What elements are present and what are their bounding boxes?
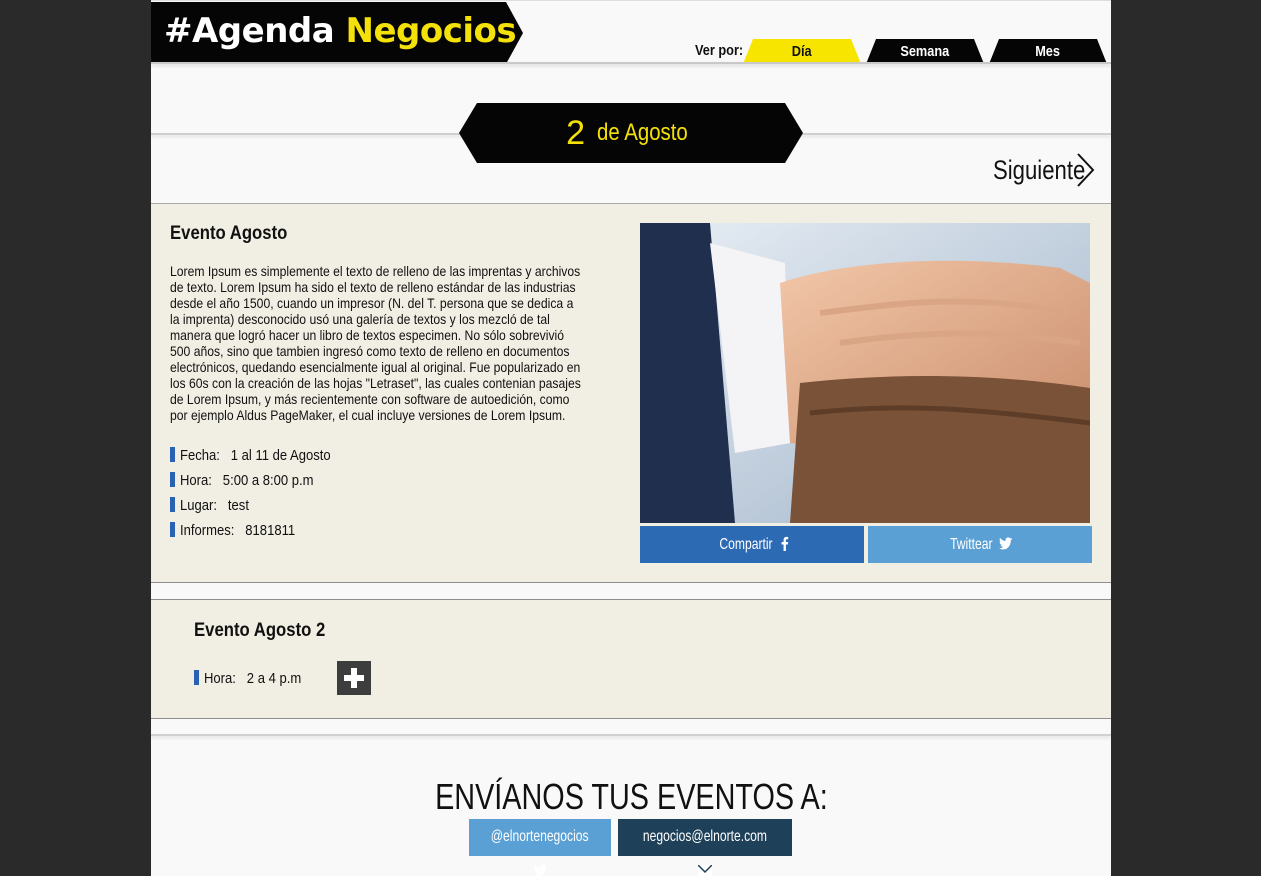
logo-prefix: #Agenda [164, 11, 346, 51]
detail-label: Hora: [204, 670, 236, 687]
tab-dia-label: Día [792, 43, 812, 60]
expand-event-button[interactable] [337, 661, 371, 695]
tab-mes[interactable]: Mes [989, 39, 1107, 64]
event-time-row: Hora: 2 a 4 p.m [194, 670, 316, 687]
email-contact-button[interactable]: negocios@elnorte.com [618, 819, 792, 876]
twitter-contact-button[interactable]: @elnortenegocios [469, 819, 611, 876]
share-facebook-label: Compartir [719, 536, 773, 553]
bullet-bar [170, 497, 175, 512]
detail-label: Fecha: [180, 447, 220, 464]
share-facebook-button[interactable]: Compartir [640, 526, 864, 563]
event-time-row: Hora: 5:00 a 8:00 p.m [170, 472, 333, 489]
footer-divider [151, 734, 1111, 736]
header-divider [151, 62, 1111, 64]
logo[interactable]: #Agenda Negocios [151, 2, 523, 64]
next-day-label: Siguiente [993, 154, 1086, 185]
detail-label: Lugar: [180, 497, 218, 514]
tab-dia[interactable]: Día [743, 39, 861, 64]
detail-value: 1 al 11 de Agosto [230, 447, 331, 464]
send-events-heading: ENVÍANOS TUS EVENTOS A: [151, 776, 1111, 818]
event-photo [640, 223, 1090, 523]
bullet-bar [170, 522, 175, 537]
date-month: de Agosto [597, 119, 688, 146]
facebook-icon [781, 536, 789, 551]
event-place-row: Lugar: test [170, 497, 259, 514]
contact-email: negocios@elnorte.com [642, 828, 768, 845]
next-day-link[interactable]: Siguiente [993, 152, 1095, 188]
event-date-row: Fecha: 1 al 11 de Agosto [170, 447, 353, 464]
bullet-bar [194, 670, 199, 685]
event-title: Evento Agosto [170, 223, 288, 244]
hands-photo-illustration [640, 223, 1090, 523]
twitter-icon [533, 864, 547, 876]
send-events-heading-text: ENVÍANOS TUS EVENTOS A: [434, 776, 828, 817]
tab-mes-label: Mes [1035, 43, 1061, 60]
page: #Agenda Negocios Ver por: Día Semana Mes… [151, 0, 1111, 876]
detail-value: test [227, 497, 249, 514]
event-title: Evento Agosto 2 [194, 620, 326, 641]
bullet-bar [170, 447, 175, 462]
event-card: Evento Agosto Lorem Ipsum es simplemente… [151, 203, 1111, 583]
detail-value: 8181811 [245, 522, 296, 539]
event-card: Evento Agosto 2 Hora: 2 a 4 p.m [151, 599, 1111, 719]
event-info-row: Informes: 8181811 [170, 522, 312, 539]
event-description: Lorem Ipsum es simplemente el texto de r… [170, 263, 581, 423]
view-by-label: Ver por: [695, 42, 744, 59]
tab-semana[interactable]: Semana [866, 39, 984, 64]
share-twitter-label: Twittear [950, 536, 993, 553]
detail-label: Hora: [180, 472, 212, 489]
bullet-bar [170, 472, 175, 487]
date-badge: 2 de Agosto [459, 103, 803, 163]
twitter-icon [999, 537, 1013, 550]
tab-semana-label: Semana [900, 43, 950, 60]
envelope-icon [697, 864, 713, 876]
detail-value: 5:00 a 8:00 p.m [222, 472, 314, 489]
detail-value: 2 a 4 p.m [246, 670, 302, 687]
twitter-handle: @elnortenegocios [491, 828, 589, 845]
detail-label: Informes: [180, 522, 235, 539]
header: #Agenda Negocios Ver por: Día Semana Mes [151, 0, 1111, 64]
share-twitter-button[interactable]: Twittear [868, 526, 1092, 563]
date-day: 2 [566, 114, 586, 152]
logo-highlight: Negocios [345, 11, 517, 51]
